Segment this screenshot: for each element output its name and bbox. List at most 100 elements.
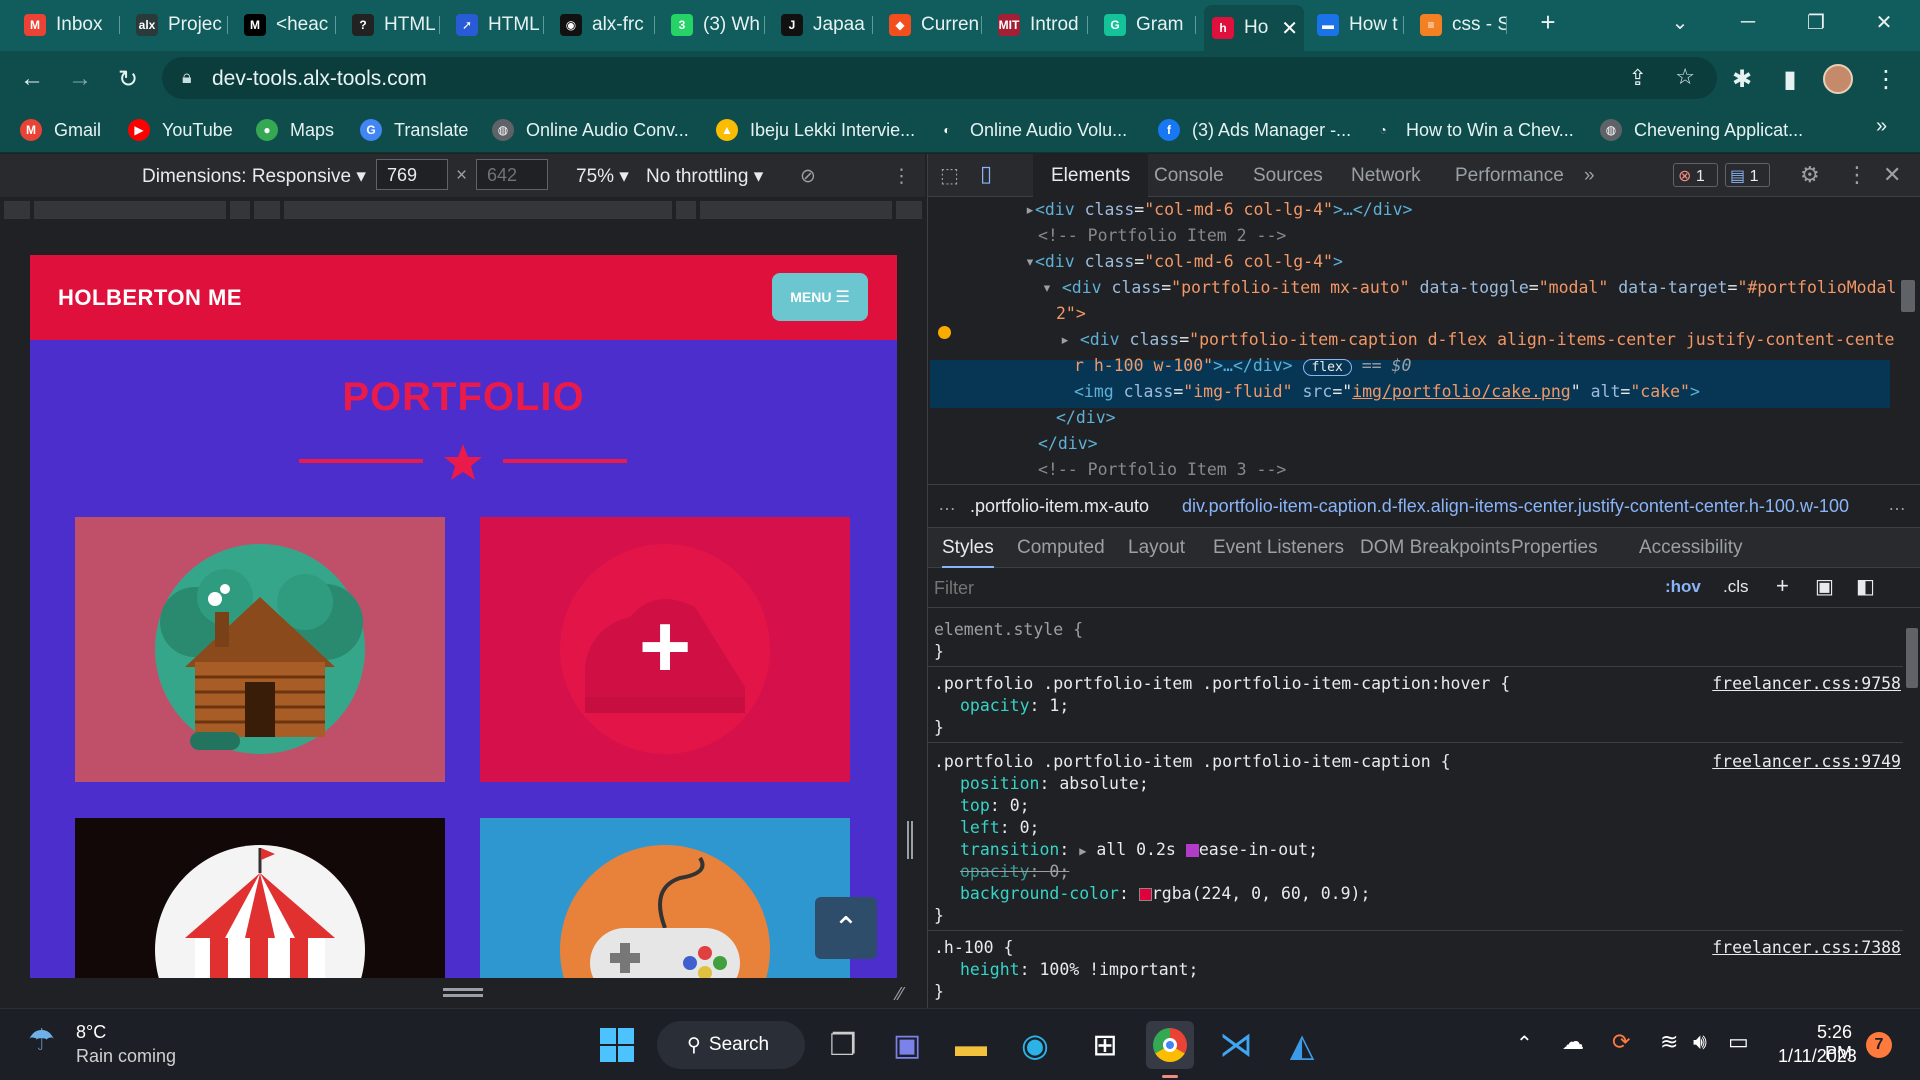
dom-close-div-1[interactable]: </div> (1056, 408, 1116, 427)
subtab-dom-breakpoints[interactable]: DOM Breakpoints (1360, 537, 1510, 559)
close-tab-icon[interactable]: ✕ (1281, 16, 1298, 41)
browser-menu-icon[interactable]: ⋮ (1870, 63, 1902, 95)
bookmark-item[interactable]: ◐ Online Audio Volu... (936, 115, 1127, 145)
address-bar[interactable]: 🔒︎ dev-tools.alx-tools.com ⇪ ☆ (162, 57, 1717, 99)
bookmark-item[interactable]: ● Maps (256, 115, 334, 145)
breadcrumb-portfolio-item[interactable]: .portfolio-item.mx-auto (970, 496, 1149, 517)
bookmark-item[interactable]: ▶ YouTube (128, 115, 233, 145)
notification-badge[interactable]: 7 (1866, 1032, 1892, 1058)
message-count[interactable]: ▤ 1 (1725, 163, 1770, 187)
dom-line-col-item-1[interactable]: ▸<div class="col-md-6 col-lg-4">…</div> (1025, 200, 1412, 219)
wifi-icon[interactable]: ≋ (1660, 1029, 1678, 1055)
easing-swatch-icon[interactable] (1185, 844, 1199, 857)
new-tab-button[interactable]: + (1520, 0, 1576, 44)
sidebar-toggle-icon[interactable]: ◧ (1856, 574, 1875, 599)
error-count[interactable]: ⊗ 1 (1673, 163, 1718, 187)
bookmark-item[interactable]: ◍ Chevening Applicat... (1600, 115, 1803, 145)
browser-tab[interactable]: ◉ alx-frc (552, 7, 655, 43)
browser-tab[interactable]: alx Projec (128, 7, 228, 43)
source-link-9758[interactable]: freelancer.css:9758 (1712, 674, 1901, 693)
browser-tab[interactable]: MIT Introd (990, 7, 1088, 43)
browser-tab[interactable]: M <heac (236, 7, 336, 43)
corner-resize-icon[interactable]: ⁄⁄ (897, 984, 903, 1005)
device-toggle-icon[interactable]: ▯ (980, 161, 992, 187)
rule-h100[interactable]: .h-100 {freelancer.css:7388 (934, 938, 1901, 957)
bookmark-item[interactable]: ◔ How to Win a Chev... (1372, 115, 1574, 145)
decl-opacity-overridden[interactable]: opacity: 0; (960, 862, 1069, 881)
portfolio-item-cake-caption[interactable]: + (480, 517, 850, 782)
inspect-element-icon[interactable]: ⬚ (940, 163, 959, 188)
height-resize-handle[interactable] (443, 988, 483, 991)
height-input[interactable]: 642 (476, 159, 548, 190)
chrome-icon[interactable] (1146, 1021, 1194, 1069)
subtab-accessibility[interactable]: Accessibility (1639, 537, 1742, 559)
browser-tab[interactable]: G Gram (1096, 7, 1196, 43)
tray-overflow-icon[interactable]: ⌃ (1516, 1031, 1533, 1056)
rule-caption[interactable]: .portfolio .portfolio-item .portfolio-it… (934, 752, 1901, 771)
styles-filter-input[interactable] (934, 574, 1574, 602)
tab-sources[interactable]: Sources (1253, 165, 1323, 187)
dom-line-caption-cont[interactable]: r h-100 w-100">…</div> flex == $0 (1074, 356, 1411, 376)
bookmark-item[interactable]: G Translate (360, 115, 468, 145)
browser-tab[interactable]: ▬ How t (1309, 7, 1404, 43)
dom-line-portfolio-item[interactable]: ▾ <div class="portfolio-item mx-auto" da… (1042, 278, 1896, 297)
throttling-dropdown[interactable]: No throttling ▾ (646, 165, 763, 188)
media-query-bar[interactable] (0, 197, 925, 223)
browser-tab[interactable]: ? HTML (344, 7, 440, 43)
decl-transition[interactable]: transition: ▶ all 0.2s ease-in-out; (960, 840, 1318, 859)
vscode-icon[interactable]: ⋊ (1212, 1021, 1260, 1069)
edge-icon[interactable]: ◉ (1011, 1021, 1059, 1069)
volume-icon[interactable]: 🔊︎ (1693, 1029, 1707, 1055)
onedrive-icon[interactable]: ☁ (1562, 1029, 1584, 1055)
subtab-properties[interactable]: Properties (1511, 537, 1598, 559)
paint-icon[interactable]: ▣ (1815, 574, 1834, 599)
decl-left[interactable]: left: 0; (960, 818, 1040, 837)
bookmark-item[interactable]: ◍ Online Audio Conv... (492, 115, 689, 145)
share-icon[interactable]: ⇪ (1629, 65, 1647, 91)
dom-line-caption-selected[interactable]: ▸ <div class="portfolio-item-caption d-f… (1060, 330, 1894, 349)
browser-tab[interactable]: ➚ HTML (448, 7, 544, 43)
cls-toggle[interactable]: .cls (1723, 577, 1749, 597)
task-view-icon[interactable]: ❐ (819, 1021, 867, 1069)
tab-network[interactable]: Network (1351, 165, 1421, 187)
browser-tab[interactable]: ◆ Curren (881, 7, 982, 43)
clock-date[interactable]: 1/11/2023 (1778, 1046, 1857, 1067)
hov-toggle[interactable]: :hov (1665, 577, 1701, 597)
subtab-event-listeners[interactable]: Event Listeners (1213, 537, 1344, 559)
decl-opacity-1[interactable]: opacity: 1; (960, 696, 1069, 715)
dom-close-div-2[interactable]: </div> (1038, 434, 1098, 453)
bookmark-star-icon[interactable]: ☆ (1675, 64, 1695, 90)
subtab-layout[interactable]: Layout (1128, 537, 1185, 559)
bookmark-item[interactable]: ▲ Ibeju Lekki Intervie... (716, 115, 915, 145)
decl-top[interactable]: top: 0; (960, 796, 1030, 815)
flex-badge[interactable]: flex (1302, 359, 1352, 376)
browser-tab-active[interactable]: h Ho ✕ (1204, 5, 1304, 51)
sync-icon[interactable]: ⟳ (1612, 1029, 1630, 1055)
profile-avatar[interactable] (1822, 63, 1854, 95)
dom-scrollbar[interactable] (1898, 200, 1918, 482)
rule-element-style[interactable]: element.style { (934, 620, 1083, 639)
weather-text[interactable]: Rain coming (76, 1046, 176, 1067)
minimize-icon[interactable]: ─ (1720, 0, 1776, 44)
weather-rain-icon[interactable]: ☂ (28, 1023, 55, 1058)
browser-tab[interactable]: M Inbox (16, 7, 120, 43)
portfolio-item-circus[interactable] (75, 818, 445, 978)
taskbar-search[interactable]: ⚲ Search (657, 1021, 805, 1069)
bookmark-item[interactable]: M Gmail (20, 115, 101, 145)
side-panel-icon[interactable]: ▮ (1774, 63, 1806, 95)
source-link-7388[interactable]: freelancer.css:7388 (1712, 938, 1901, 957)
photos-icon[interactable]: ◭ (1278, 1021, 1326, 1069)
restore-icon[interactable]: ❐ (1788, 0, 1844, 44)
portfolio-item-cabin[interactable] (75, 517, 445, 782)
width-input[interactable]: 769 (376, 159, 448, 190)
resize-handle[interactable] (907, 821, 913, 859)
tab-console[interactable]: Console (1154, 165, 1224, 187)
more-tabs-icon[interactable]: » (1584, 165, 1595, 187)
tab-performance[interactable]: Performance (1455, 165, 1564, 187)
menu-button[interactable]: MENU ☰ (772, 273, 868, 321)
zoom-dropdown[interactable]: 75% ▾ (576, 165, 629, 188)
styles-scrollbar[interactable] (1903, 608, 1920, 1008)
decl-position[interactable]: position: absolute; (960, 774, 1149, 793)
dom-line-img[interactable]: <img class="img-fluid" src="img/portfoli… (1074, 382, 1700, 401)
start-button[interactable] (593, 1021, 641, 1069)
